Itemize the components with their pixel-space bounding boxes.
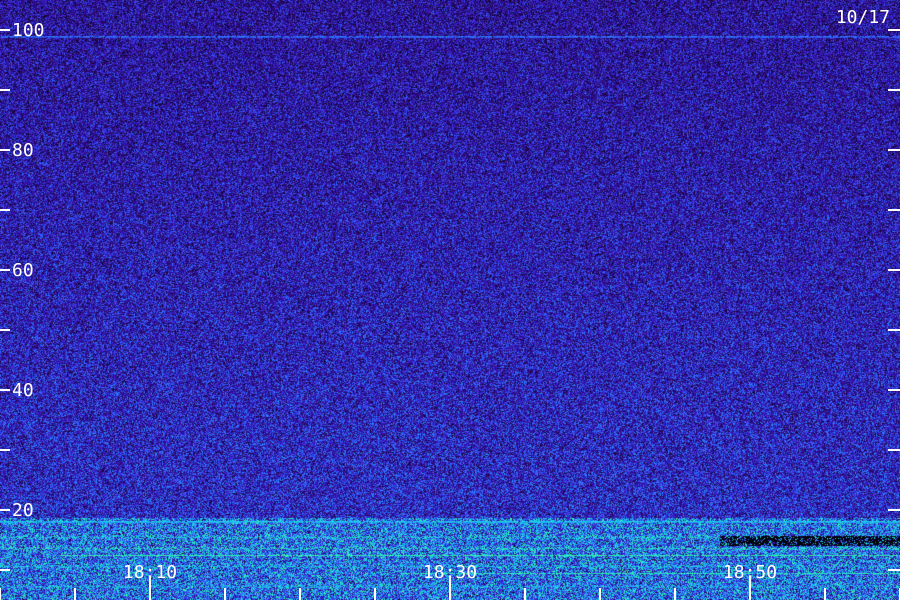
x-tick-label-18:50: 18:50: [723, 562, 777, 583]
spectrogram-chart: 100 80 60 40 20 18:10 18:30 18:50 10/17: [0, 0, 900, 600]
date-label: 10/17: [836, 7, 890, 28]
y-tick-label-20: 20: [12, 500, 34, 521]
y-axis-left: 100 80 60 40 20: [0, 20, 45, 571]
x-tick-label-18:30: 18:30: [423, 562, 477, 583]
y-axis-right: [888, 29, 900, 571]
x-tick-label-18:10: 18:10: [123, 562, 177, 583]
x-axis: 18:10 18:30 18:50: [0, 562, 900, 600]
y-tick-label-80: 80: [12, 140, 34, 161]
y-tick-label-60: 60: [12, 260, 34, 281]
y-tick-label-100: 100: [12, 20, 45, 41]
y-tick-label-40: 40: [12, 380, 34, 401]
chart-overlay: 100 80 60 40 20 18:10 18:30 18:50 10/17: [0, 7, 900, 600]
